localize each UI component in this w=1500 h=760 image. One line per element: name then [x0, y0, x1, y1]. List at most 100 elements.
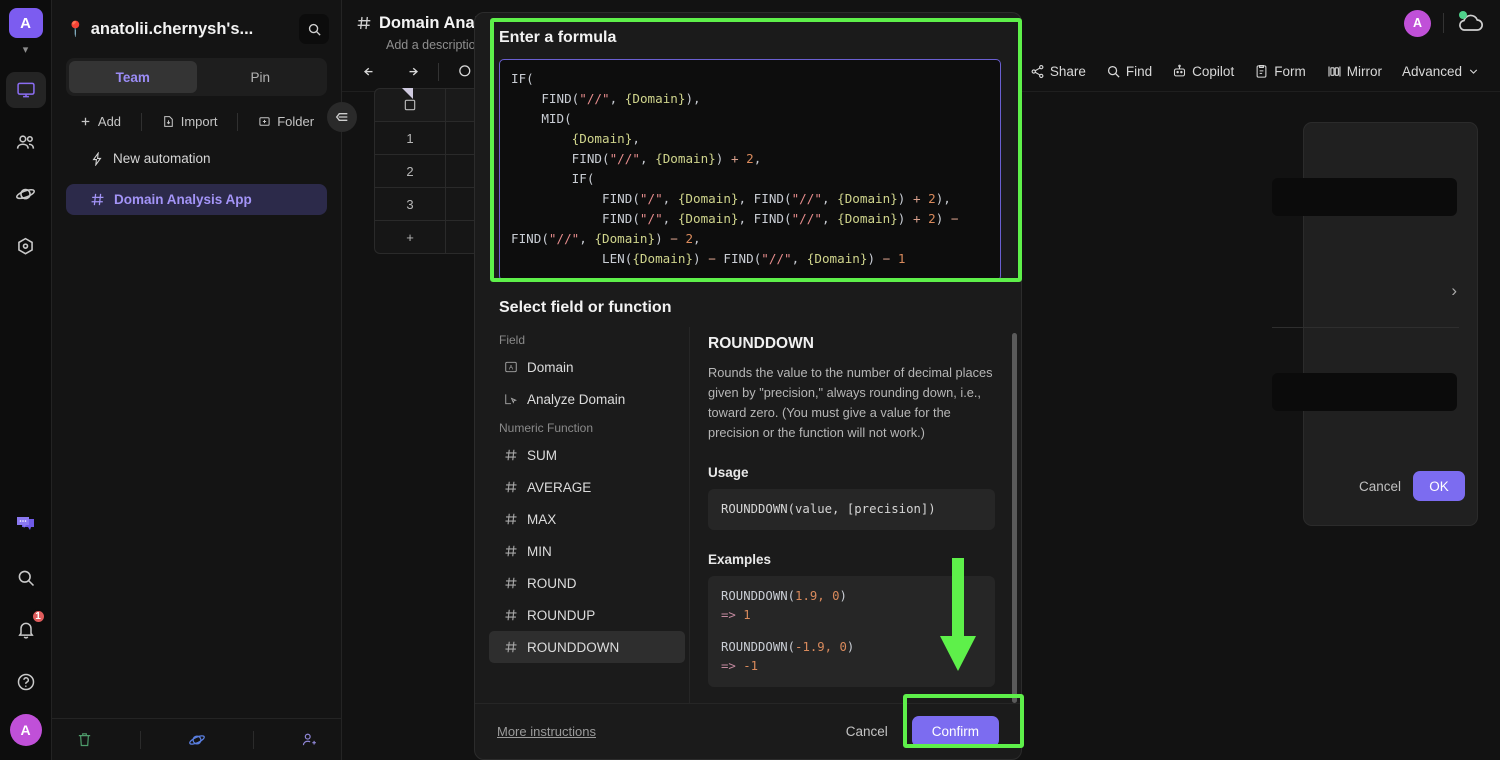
import-button[interactable]: Import	[156, 110, 224, 133]
advanced-button[interactable]: Advanced	[1394, 59, 1488, 84]
left-rail: A ▾ 1 A	[0, 0, 52, 760]
confirm-button[interactable]: Confirm	[911, 716, 999, 747]
group-label-numeric-function: Numeric Function	[499, 421, 594, 435]
formula-token: {Domain}	[624, 91, 686, 106]
sidebar-item-domain-analysis-app[interactable]: Domain Analysis App	[66, 184, 327, 215]
formula-token: )	[897, 191, 913, 206]
field-item-analyze-domain[interactable]: Analyze Domain	[489, 383, 685, 415]
find-label: Find	[1125, 64, 1153, 79]
function-item-average[interactable]: AVERAGE	[489, 471, 685, 503]
formula-heading: Enter a formula	[499, 29, 617, 46]
background-input-1[interactable]	[1272, 178, 1457, 216]
formula-token: "//"	[761, 251, 792, 266]
planet-icon[interactable]	[188, 731, 206, 749]
app-item-label: Domain Analysis App	[114, 192, 252, 207]
import-label: Import	[180, 114, 218, 129]
hash-icon	[503, 512, 518, 526]
formula-token: −	[882, 251, 898, 266]
divider	[253, 730, 255, 749]
hash-icon	[503, 576, 518, 590]
formula-token: 2	[746, 151, 754, 166]
share-label: Share	[1049, 64, 1086, 79]
function-item-min[interactable]: MIN	[489, 535, 685, 567]
chevron-down-icon[interactable]: ▾	[23, 43, 29, 56]
field-function-list: Field A Domain Analyze Domain Numeric Functi…	[475, 327, 690, 703]
formula-line: IF(	[511, 69, 989, 89]
new-automation-item[interactable]: New automation	[66, 143, 327, 174]
examples-code: ROUNDDOWN(1.9, 0) => 1 ROUNDDOWN(-1.9, 0) =…	[708, 576, 995, 687]
function-item-roundup[interactable]: ROUNDUP	[489, 599, 685, 631]
function-item-sum[interactable]: SUM	[489, 439, 685, 471]
background-ok-button[interactable]: OK	[1413, 471, 1465, 501]
function-item-rounddown[interactable]: ROUNDDOWN	[489, 631, 685, 663]
add-button[interactable]: Add	[73, 110, 127, 133]
sidebar-search-button[interactable]	[299, 14, 329, 44]
rail-item-automations[interactable]	[6, 228, 46, 264]
copilot-button[interactable]: Copilot	[1164, 59, 1242, 84]
rail-item-workspace[interactable]	[5, 72, 46, 108]
rail-item-explore[interactable]	[6, 176, 46, 212]
copilot-label: Copilot	[1192, 64, 1235, 79]
notification-badge: 1	[30, 609, 46, 624]
formula-line: FIND("/", {Domain}, FIND("//", {Domain})…	[511, 189, 989, 209]
workspace-logo[interactable]: A	[8, 8, 43, 38]
formula-token: 2	[928, 211, 936, 226]
share-button[interactable]: Share	[1022, 59, 1094, 84]
cancel-button[interactable]: Cancel	[836, 718, 898, 745]
sidebar: 📍 anatolii.chernysh's... Team Pin Add Im…	[52, 0, 342, 760]
background-cancel-button[interactable]: Cancel	[1359, 479, 1401, 494]
formula-token: 2	[685, 231, 694, 246]
formula-token: −	[670, 231, 686, 246]
trash-icon[interactable]	[76, 731, 93, 748]
doc-scrollbar[interactable]	[1012, 333, 1017, 703]
collapse-sidebar-button[interactable]	[327, 102, 357, 132]
formula-token: "/"	[639, 211, 663, 226]
formula-input[interactable]: IF( FIND("//", {Domain}), MID( {Domain},…	[499, 59, 1001, 281]
sync-dot	[1459, 11, 1467, 19]
formula-token: 2	[928, 191, 936, 206]
field-item-domain[interactable]: A Domain	[489, 351, 685, 383]
formula-token: ,	[821, 211, 838, 226]
hash-icon	[90, 192, 105, 207]
sync-status[interactable]	[1456, 11, 1486, 34]
form-button[interactable]: Form	[1246, 59, 1314, 84]
folder-button[interactable]: Folder	[252, 110, 320, 133]
function-item-max[interactable]: MAX	[489, 503, 685, 535]
divider	[1443, 13, 1444, 33]
modal-footer: More instructions Cancel Confirm	[475, 703, 1021, 759]
more-instructions-link[interactable]: More instructions	[497, 724, 596, 739]
examples-heading: Examples	[708, 552, 772, 567]
formula-token: )	[897, 211, 913, 226]
add-user-icon[interactable]	[301, 731, 318, 748]
formula-line: LEN({Domain}) − FIND("//", {Domain}) − 1	[511, 249, 989, 269]
rail-item-members[interactable]	[6, 124, 46, 160]
rail-item-help[interactable]	[6, 664, 46, 700]
formula-token: FIND(	[511, 91, 580, 106]
background-input-2[interactable]	[1272, 373, 1457, 411]
function-description: Rounds the value to the number of decima…	[708, 365, 993, 440]
rail-item-notifications[interactable]: 1	[6, 609, 46, 648]
robot-icon	[1172, 64, 1187, 79]
page-title-wrap: Domain Analy	[356, 14, 488, 33]
divider	[237, 112, 239, 131]
undo-button[interactable]	[354, 58, 388, 86]
chevron-right-icon[interactable]: ›	[1451, 281, 1457, 301]
formula-token: LEN(	[511, 251, 633, 266]
tab-team[interactable]: Team	[69, 61, 197, 93]
avatar[interactable]: A	[1404, 9, 1431, 37]
mirror-button[interactable]: Mirror	[1318, 59, 1390, 84]
formula-token: FIND(	[511, 191, 640, 206]
tab-pin[interactable]: Pin	[197, 61, 325, 93]
rail-item-messages[interactable]	[6, 508, 46, 544]
folder-plus-icon	[258, 115, 271, 128]
formula-token: "//"	[579, 91, 610, 106]
rail-item-search[interactable]	[6, 560, 46, 596]
text-field-icon: A	[503, 360, 518, 374]
toolbar-right: Share Find Copilot Form Mirror Advanced	[1022, 59, 1488, 84]
formula-token: ),	[935, 191, 951, 206]
formula-line: FIND("/", {Domain}, FIND("//", {Domain})…	[511, 209, 989, 249]
find-button[interactable]: Find	[1098, 59, 1160, 84]
function-item-round[interactable]: ROUND	[489, 567, 685, 599]
user-avatar[interactable]: A	[9, 714, 42, 746]
redo-button[interactable]	[394, 58, 428, 86]
